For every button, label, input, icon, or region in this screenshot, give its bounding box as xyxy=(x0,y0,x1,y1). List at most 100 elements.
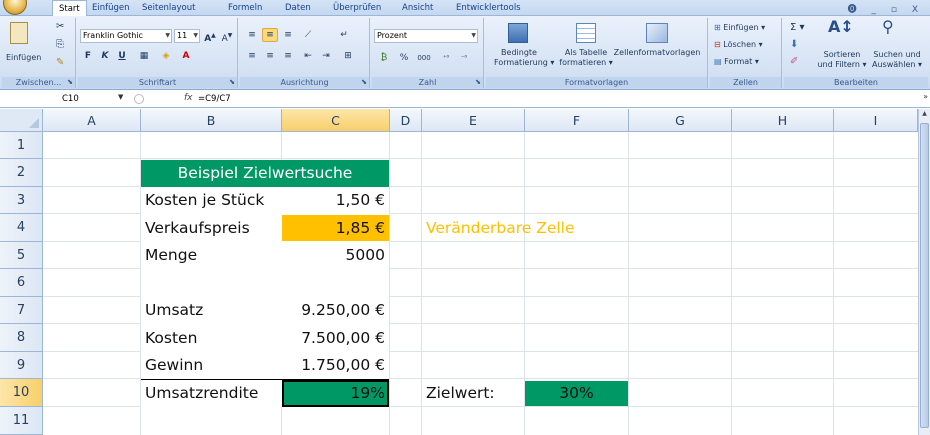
paste-button[interactable]: Einfügen xyxy=(6,53,41,63)
tab-formeln[interactable]: Formeln xyxy=(222,1,268,16)
align-left-icon[interactable]: ≡ xyxy=(244,49,260,63)
decrease-indent-icon[interactable]: ⇤ xyxy=(300,49,316,63)
tab-ueberpruefen[interactable]: Überprüfen xyxy=(327,1,387,16)
orientation-icon[interactable]: ⟋ xyxy=(300,28,316,42)
name-box[interactable]: C10 xyxy=(2,92,122,106)
office-button[interactable] xyxy=(3,0,27,15)
tab-einfuegen[interactable]: Einfügen xyxy=(86,1,136,16)
row-header-2[interactable]: 2 xyxy=(0,159,43,187)
cell-b3[interactable]: Kosten je Stück xyxy=(141,187,282,214)
find-select-button[interactable]: Suchen und Auswählen ▾ xyxy=(868,50,926,70)
row-header-3[interactable]: 3 xyxy=(0,187,43,214)
format-cells-button[interactable]: ▤ Format ▾ xyxy=(714,57,759,67)
cell-b10[interactable]: Umsatzrendite xyxy=(141,380,282,407)
underline-button[interactable]: U xyxy=(114,49,130,63)
cell-c7[interactable]: 9.250,00 € xyxy=(282,297,389,324)
tab-seitenlayout[interactable]: Seitenlayout xyxy=(136,1,201,16)
tab-start[interactable]: Start xyxy=(52,0,87,17)
wrap-text-icon[interactable]: ↵ xyxy=(336,28,352,42)
column-header-h[interactable]: H xyxy=(732,109,834,132)
conditional-formatting-button[interactable]: Bedingte Formatierung ▾ xyxy=(494,48,554,68)
fill-color-icon[interactable]: ◈ xyxy=(158,49,174,63)
font-color-icon[interactable]: A xyxy=(178,49,194,63)
cancel-entry-icon[interactable] xyxy=(134,94,144,104)
sort-filter-button[interactable]: Sortieren und Filtern ▾ xyxy=(816,50,868,70)
row-header-8[interactable]: 8 xyxy=(0,324,43,352)
binoculars-icon[interactable]: ⚲ xyxy=(882,19,894,35)
font-size-combo[interactable]: 11 ▼ xyxy=(174,29,200,43)
font-launcher-icon[interactable]: ⬊ xyxy=(229,78,235,87)
align-bottom-icon[interactable]: ≡ xyxy=(280,28,296,42)
name-box-dropdown-icon[interactable]: ▼ xyxy=(118,93,123,101)
window-controls[interactable]: ⓿ _ ▫ X xyxy=(848,2,924,15)
delete-cells-button[interactable]: ⊟ Löschen ▾ xyxy=(714,40,763,50)
sort-filter-icon[interactable]: A↕ xyxy=(828,19,854,35)
format-painter-icon[interactable]: ✎ xyxy=(56,58,64,68)
expand-formula-icon[interactable]: » xyxy=(923,92,928,101)
scroll-up-icon[interactable]: ▲ xyxy=(920,110,929,120)
format-as-table-button[interactable]: Als Tabelle formatieren ▾ xyxy=(558,48,614,68)
cell-b7[interactable]: Umsatz xyxy=(141,297,282,324)
column-header-e[interactable]: E xyxy=(422,109,525,132)
increase-decimal-icon[interactable]: ⁺⁰ xyxy=(438,51,454,65)
alignment-launcher-icon[interactable]: ⬊ xyxy=(361,78,367,87)
cell-c5[interactable]: 5000 xyxy=(282,242,389,269)
cell-b9[interactable]: Gewinn xyxy=(141,352,282,379)
cell-c3[interactable]: 1,50 € xyxy=(282,187,389,214)
currency-icon[interactable]: ₿ xyxy=(376,51,392,65)
cell-c9[interactable]: 1.750,00 € xyxy=(282,352,389,379)
fx-icon[interactable]: fx xyxy=(184,93,193,103)
cell-styles-icon[interactable] xyxy=(646,23,668,43)
column-header-c[interactable]: C xyxy=(282,109,390,132)
cell-f10[interactable]: 30% xyxy=(525,381,628,406)
copy-icon[interactable]: ⎘ xyxy=(56,40,64,50)
row-header-1[interactable]: 1 xyxy=(0,132,43,159)
row-header-11[interactable]: 11 xyxy=(0,407,43,435)
tab-entwicklertools[interactable]: Entwicklertools xyxy=(450,1,527,16)
align-right-icon[interactable]: ≡ xyxy=(280,49,296,63)
number-launcher-icon[interactable]: ⬊ xyxy=(475,78,481,87)
select-all-corner[interactable] xyxy=(0,109,43,132)
cell-b5[interactable]: Menge xyxy=(141,242,282,269)
clear-icon[interactable]: ✐ xyxy=(790,57,798,67)
cell-styles-button[interactable]: Zellenformatvorlagen xyxy=(612,48,702,58)
bold-button[interactable]: F xyxy=(80,49,96,63)
conditional-formatting-icon[interactable] xyxy=(508,23,528,43)
align-middle-icon[interactable]: ≡ xyxy=(262,28,278,42)
fill-icon[interactable]: ⬇ xyxy=(790,40,798,50)
row-header-6[interactable]: 6 xyxy=(0,269,43,297)
number-format-combo[interactable]: Prozent ▼ xyxy=(374,29,478,43)
column-header-i[interactable]: I xyxy=(834,109,918,132)
row-header-4[interactable]: 4 xyxy=(0,214,43,242)
grow-font-icon[interactable]: A▲ xyxy=(202,29,218,44)
column-header-f[interactable]: F xyxy=(525,109,629,132)
increase-indent-icon[interactable]: ⇥ xyxy=(318,49,334,63)
row-header-7[interactable]: 7 xyxy=(0,297,43,324)
column-header-a[interactable]: A xyxy=(43,109,141,132)
cell-e10[interactable]: Zielwert: xyxy=(422,380,525,407)
cell-c4[interactable]: 1,85 € xyxy=(282,215,389,241)
format-as-table-icon[interactable] xyxy=(576,23,596,43)
row-header-9[interactable]: 9 xyxy=(0,352,43,379)
font-name-combo[interactable]: Franklin Gothic ▼ xyxy=(80,29,172,43)
column-header-d[interactable]: D xyxy=(390,109,422,132)
insert-cells-button[interactable]: ⊞ Einfügen ▾ xyxy=(714,23,765,33)
autosum-button[interactable]: Σ ▾ xyxy=(790,23,805,33)
scrollbar-thumb[interactable] xyxy=(920,123,929,428)
cell-b4[interactable]: Verkaufspreis xyxy=(141,214,282,242)
column-header-g[interactable]: G xyxy=(629,109,732,132)
vertical-scrollbar[interactable]: ▲ xyxy=(918,109,930,435)
cell-b8[interactable]: Kosten xyxy=(141,324,282,352)
italic-button[interactable]: K xyxy=(97,49,113,63)
tab-daten[interactable]: Daten xyxy=(279,1,317,16)
shrink-font-icon[interactable]: A▼ xyxy=(219,29,235,44)
align-center-icon[interactable]: ≡ xyxy=(262,49,278,63)
decrease-decimal-icon[interactable]: ⁻⁰ xyxy=(456,51,472,65)
column-header-b[interactable]: B xyxy=(141,109,282,132)
tab-ansicht[interactable]: Ansicht xyxy=(396,1,439,16)
percent-button[interactable]: % xyxy=(396,51,412,65)
cell-c10-selected[interactable]: 19% xyxy=(282,380,389,407)
cell-b2-title[interactable]: Beispiel Zielwertsuche xyxy=(141,160,389,187)
align-top-icon[interactable]: ≡ xyxy=(244,28,260,42)
row-header-5[interactable]: 5 xyxy=(0,242,43,269)
